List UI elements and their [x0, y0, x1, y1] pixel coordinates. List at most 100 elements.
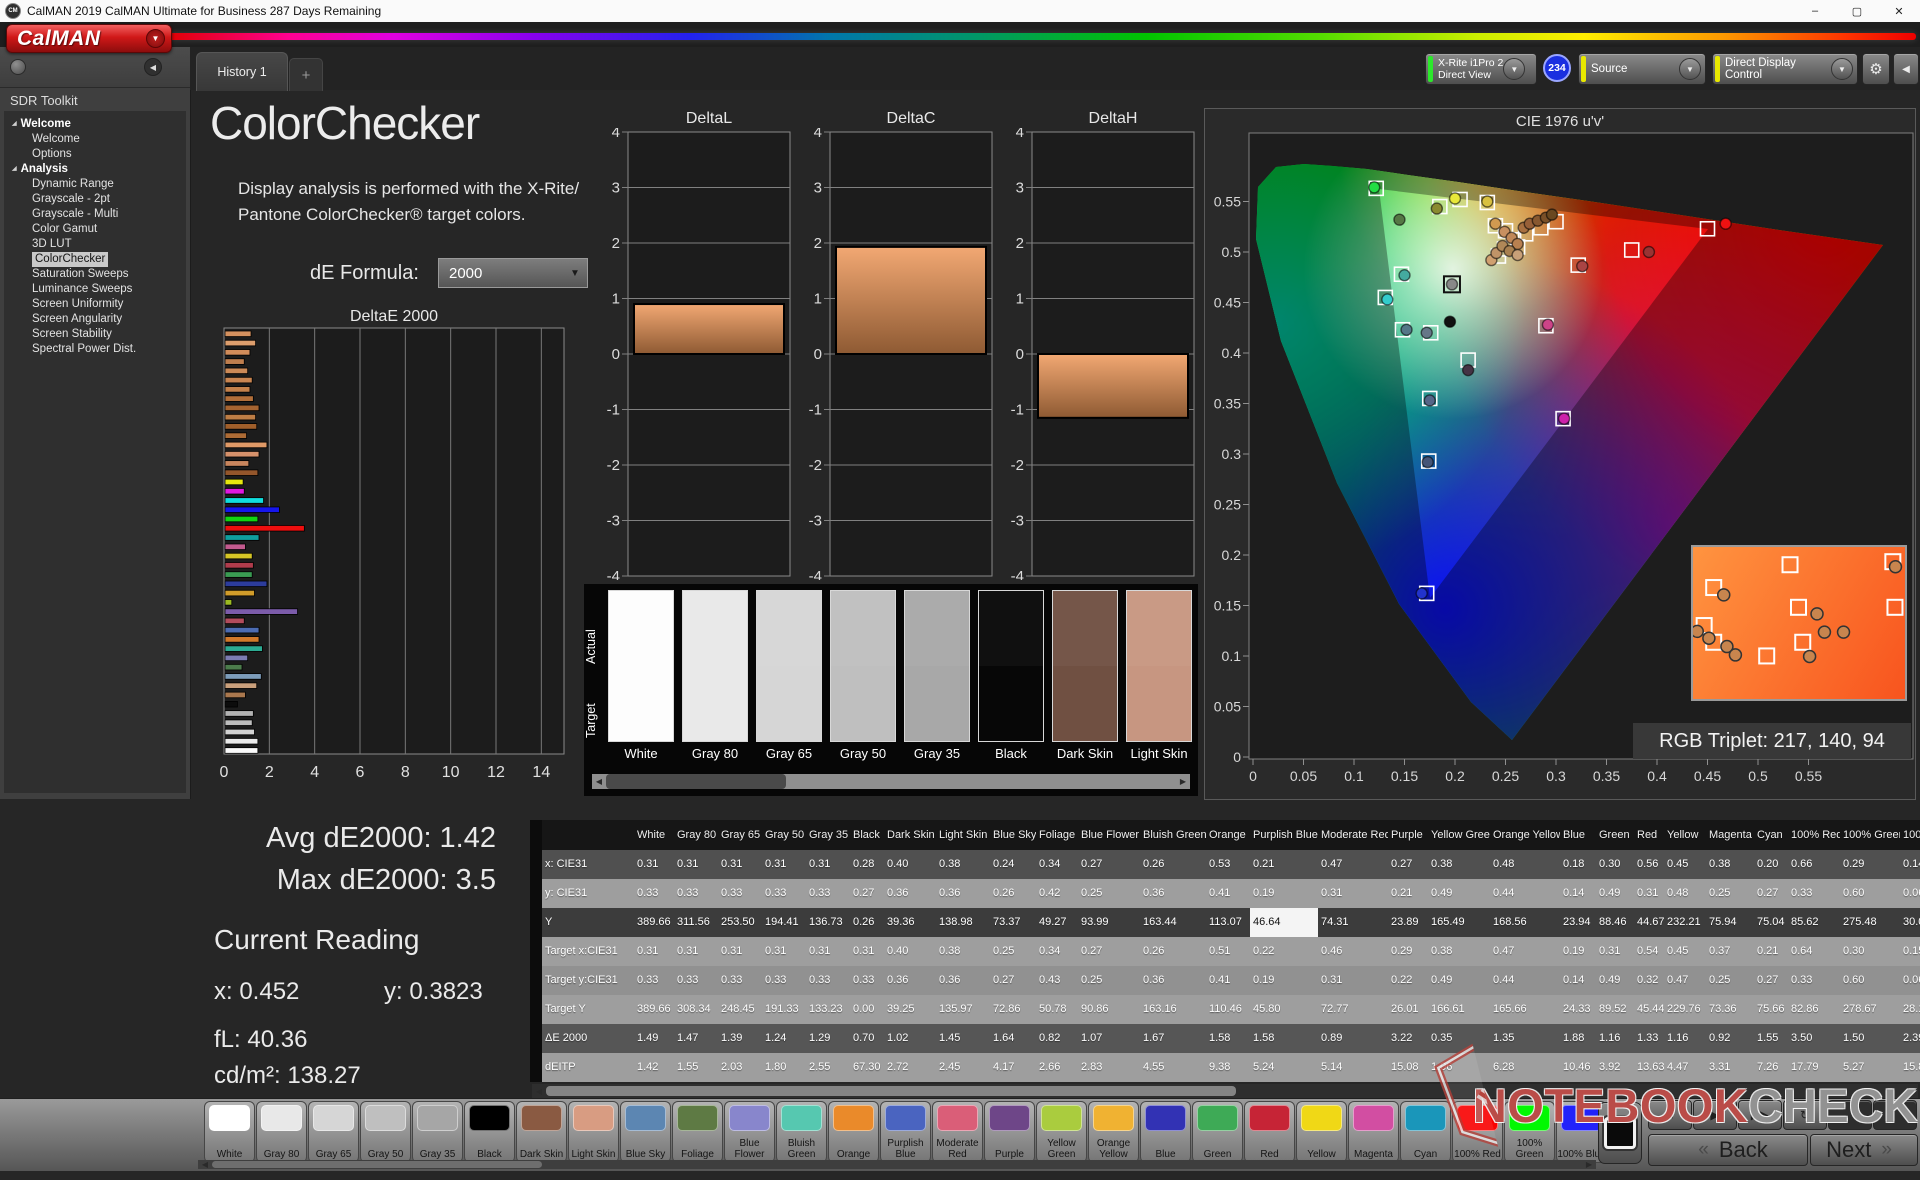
sidebar-item-3d-lut[interactable]: 3D LUT [4, 237, 186, 252]
sidebar-item-saturation-sweeps[interactable]: Saturation Sweeps [4, 267, 186, 282]
panel-collapse-button[interactable]: ◀ [1893, 53, 1919, 85]
table-cell: 0.21 [1754, 937, 1788, 966]
gear-icon[interactable]: ⚙ [1862, 53, 1890, 85]
next-button[interactable]: Next » [1810, 1134, 1918, 1166]
close-button[interactable]: ✕ [1878, 0, 1920, 22]
patch-button-green[interactable]: Green [1192, 1101, 1243, 1163]
patch-button-foliage[interactable]: Foliage [672, 1101, 723, 1163]
scroll-right-icon[interactable]: ▶ [1904, 1087, 1918, 1096]
cie-zoom-inset [1690, 545, 1907, 701]
tab-history-1[interactable]: History 1 [196, 52, 288, 91]
sidebar-item-screen-angularity[interactable]: Screen Angularity [4, 312, 186, 327]
patch-button-gray-35[interactable]: Gray 35 [412, 1101, 463, 1163]
sidebar-item-colorchecker[interactable]: ColorChecker [4, 252, 186, 267]
display-control-dropdown[interactable]: Direct Display Control ▼ [1712, 53, 1858, 85]
scroll-right-icon[interactable]: ▶ [1176, 777, 1190, 786]
swatch-gray-50[interactable]: Gray 50 [830, 590, 896, 761]
tab-add-button[interactable]: + [289, 58, 323, 91]
transport-blank-button[interactable] [1873, 1100, 1917, 1130]
meter-count-badge[interactable]: 234 [1543, 54, 1571, 82]
patch-button-moderate-red[interactable]: Moderate Red [932, 1101, 983, 1163]
swatch-white[interactable]: White [608, 590, 674, 761]
swatch-dark-skin[interactable]: Dark Skin [1052, 590, 1118, 761]
scrollbar-thumb[interactable] [212, 1161, 542, 1168]
patch-button-blue[interactable]: Blue [1140, 1101, 1191, 1163]
patch-button-yellow[interactable]: Yellow [1296, 1101, 1347, 1163]
swatch-black[interactable]: Black [978, 590, 1044, 761]
swatch-gray-65[interactable]: Gray 65 [756, 590, 822, 761]
patch-button-purplish-blue[interactable]: Purplish Blue [880, 1101, 931, 1163]
sidebar-item-dynamic-range[interactable]: Dynamic Range [4, 177, 186, 192]
table-scrollbar[interactable]: ◀ ▶ [532, 1084, 1918, 1098]
scroll-left-icon[interactable]: ◀ [198, 1160, 212, 1169]
calman-menu-button[interactable]: CalMAN ▼ [6, 24, 172, 53]
patch-button-100-red[interactable]: 100% Red [1452, 1101, 1503, 1163]
scrollbar-thumb[interactable] [546, 1086, 1236, 1096]
table-cell: 0.49 [1596, 966, 1634, 995]
sidebar-dot-button[interactable] [10, 59, 26, 75]
sidebar-item-grayscale-multi[interactable]: Grayscale - Multi [4, 207, 186, 222]
table-cell: 0.45 [1664, 850, 1706, 879]
transport-button-3[interactable]: ↻ [1783, 1100, 1827, 1130]
patch-button-gray-50[interactable]: Gray 50 [360, 1101, 411, 1163]
expander-icon[interactable]: ◢ [12, 117, 17, 132]
table-cell: 0.40 [884, 850, 936, 879]
patch-button-gray-65[interactable]: Gray 65 [308, 1101, 359, 1163]
patch-button-100-green[interactable]: 100% Green [1504, 1101, 1555, 1163]
scroll-left-icon[interactable]: ◀ [532, 1087, 546, 1096]
patch-button-red[interactable]: Red [1244, 1101, 1295, 1163]
swatch-color [978, 590, 1044, 742]
patch-color [313, 1105, 354, 1131]
sidebar-item-options[interactable]: Options [4, 147, 186, 162]
patch-button-blue-flower[interactable]: Blue Flower [724, 1101, 775, 1163]
patch-button-bluish-green[interactable]: Bluish Green [776, 1101, 827, 1163]
patch-button-light-skin[interactable]: Light Skin [568, 1101, 619, 1163]
meter-dropdown[interactable]: X-Rite i1Pro 2 Direct View ▼ [1425, 53, 1537, 85]
transport-blank-button[interactable] [1828, 1100, 1872, 1130]
back-button[interactable]: « Back [1648, 1134, 1808, 1166]
maximize-button[interactable]: ▢ [1836, 0, 1878, 22]
patch-button-gray-80[interactable]: Gray 80 [256, 1101, 307, 1163]
transport-button-0[interactable]: ■ [1648, 1100, 1692, 1130]
sidebar-item-color-gamut[interactable]: Color Gamut [4, 222, 186, 237]
swatch-strip-scrollbar[interactable]: ◀ ▶ [592, 774, 1190, 789]
sidebar-item-welcome[interactable]: ◢ Welcome [4, 117, 186, 132]
patch-button-cyan[interactable]: Cyan [1400, 1101, 1451, 1163]
sidebar-item-screen-uniformity[interactable]: Screen Uniformity [4, 297, 186, 312]
source-dropdown[interactable]: Source ▼ [1578, 53, 1706, 85]
sidebar-item-grayscale-2pt[interactable]: Grayscale - 2pt [4, 192, 186, 207]
scroll-left-icon[interactable]: ◀ [592, 777, 606, 786]
svg-text:0.35: 0.35 [1214, 396, 1241, 412]
de-formula-select[interactable]: 2000 ▼ [438, 258, 588, 288]
patch-button-black[interactable]: Black [464, 1101, 515, 1163]
sidebar-item-analysis[interactable]: ◢ Analysis [4, 162, 186, 177]
patch-label: White [216, 1148, 243, 1160]
sidebar-item-spectral-power-dist[interactable]: Spectral Power Dist. [4, 342, 186, 357]
minimize-button[interactable]: – [1794, 0, 1836, 22]
patch-button-orange-yellow[interactable]: Orange Yellow [1088, 1101, 1139, 1163]
table-cell: 0.36 [1140, 966, 1206, 995]
patch-button-white[interactable]: White [204, 1101, 255, 1163]
transport-button-2[interactable]: ▶▶ [1738, 1100, 1782, 1130]
expander-icon[interactable]: ◢ [12, 162, 17, 177]
patch-button-purple[interactable]: Purple [984, 1101, 1035, 1163]
bottom-strip-scrollbar[interactable]: ◀ ▶ [198, 1160, 1596, 1169]
patch-button-blue-sky[interactable]: Blue Sky [620, 1101, 671, 1163]
sidebar-item-welcome[interactable]: Welcome [4, 132, 186, 147]
sidebar-item-luminance-sweeps[interactable]: Luminance Sweeps [4, 282, 186, 297]
transport-button-1[interactable]: ▶ [1693, 1100, 1737, 1130]
svg-text:-2: -2 [1011, 457, 1024, 474]
scrollbar-thumb[interactable] [606, 774, 786, 789]
sidebar-item-screen-stability[interactable]: Screen Stability [4, 327, 186, 342]
swatch-gray-80[interactable]: Gray 80 [682, 590, 748, 761]
scroll-right-icon[interactable]: ▶ [1582, 1160, 1596, 1169]
patch-button-yellow-green[interactable]: Yellow Green [1036, 1101, 1087, 1163]
table-cell: 0.53 [1206, 850, 1250, 879]
swatch-light-skin[interactable]: Light Skin [1126, 590, 1192, 761]
patch-button-magenta[interactable]: Magenta [1348, 1101, 1399, 1163]
patch-button-orange[interactable]: Orange [828, 1101, 879, 1163]
patch-window-button[interactable] [1598, 1102, 1642, 1164]
patch-button-dark-skin[interactable]: Dark Skin [516, 1101, 567, 1163]
swatch-gray-35[interactable]: Gray 35 [904, 590, 970, 761]
sidebar-collapse-icon[interactable]: ◀ [144, 58, 162, 76]
